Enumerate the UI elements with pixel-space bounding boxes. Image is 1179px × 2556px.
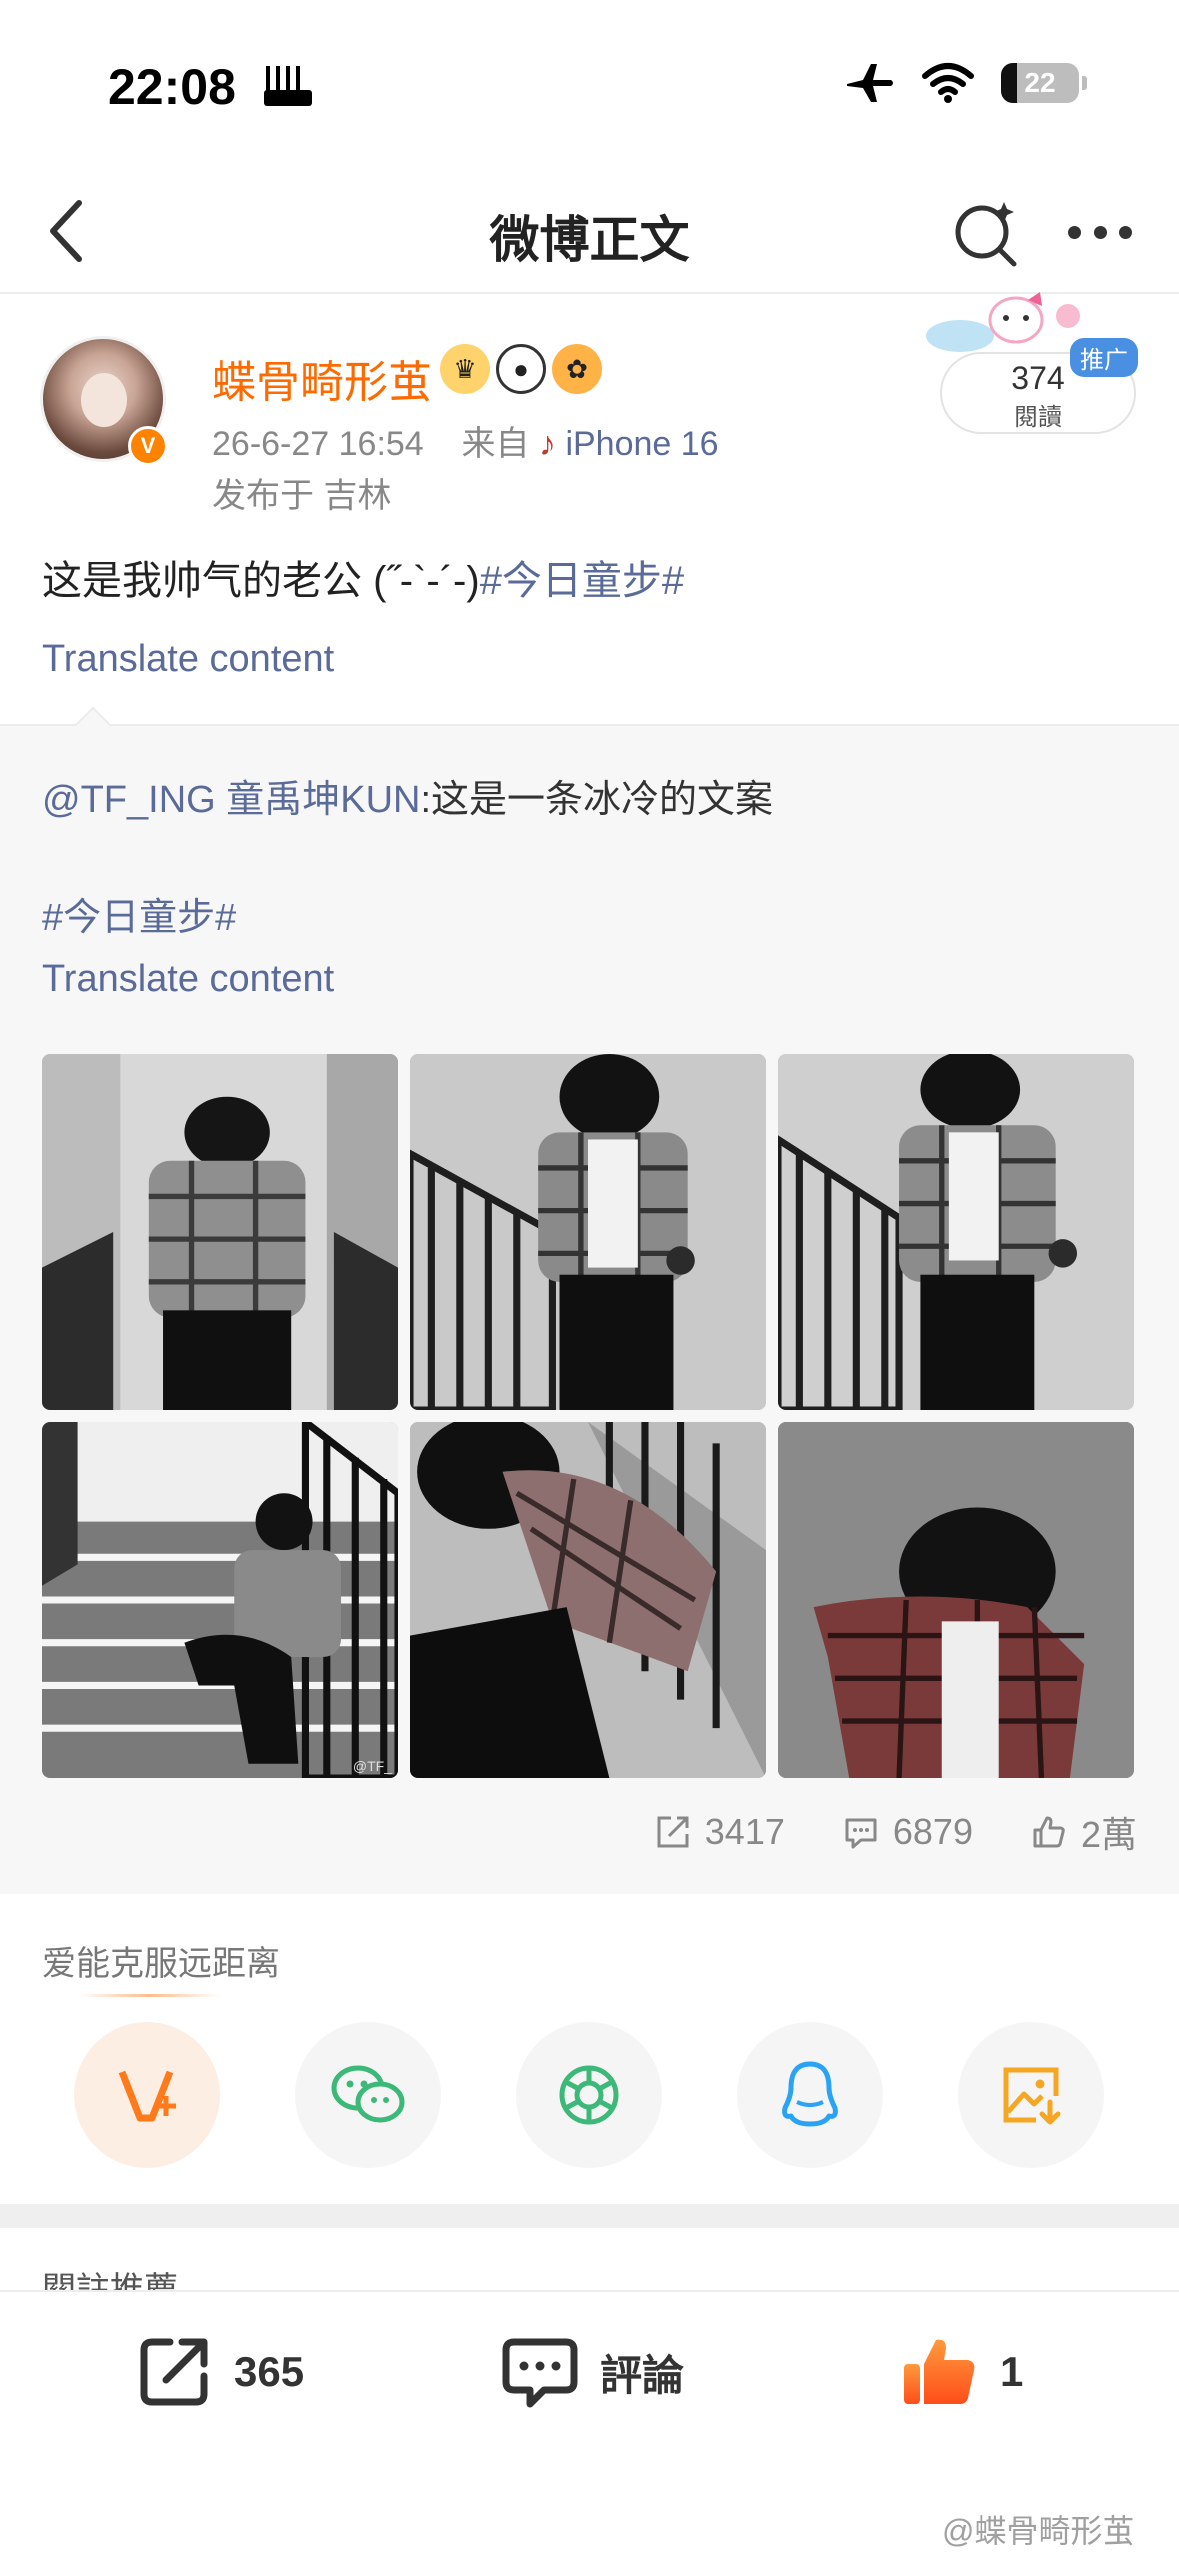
save-image-button[interactable] bbox=[958, 2022, 1104, 2168]
more-dot-icon bbox=[1119, 225, 1132, 239]
like-button[interactable]: 1 bbox=[900, 2332, 1023, 2412]
comment-label: 評論 bbox=[600, 2351, 685, 2399]
verified-badge-icon: V bbox=[128, 426, 168, 466]
battery-indicator: 22 bbox=[1001, 63, 1087, 103]
repost-hashtag[interactable]: #今日童步# bbox=[42, 886, 236, 941]
repost-count-stat[interactable]: 3417 bbox=[655, 1806, 785, 1858]
status-time: 22:08 bbox=[108, 59, 236, 115]
post-location: 发布于 吉林 bbox=[212, 477, 392, 515]
comment-icon bbox=[845, 1818, 877, 1849]
promo-tag: 推广 bbox=[1070, 338, 1138, 377]
like-count-stat[interactable]: 2萬 bbox=[1031, 1806, 1137, 1858]
repost-body: :这是一条冰冷的文案 bbox=[420, 779, 774, 821]
qq-share-button[interactable] bbox=[737, 2022, 883, 2168]
photo-6[interactable] bbox=[778, 1422, 1134, 1778]
wechat-icon bbox=[331, 2065, 405, 2123]
photo-5[interactable] bbox=[410, 1422, 766, 1778]
ads-glyph-icon bbox=[264, 66, 312, 106]
repost-icon bbox=[140, 2338, 208, 2406]
airplane-icon bbox=[847, 64, 893, 102]
guitar-icon: ♪ bbox=[539, 425, 556, 463]
vplus-share-icon bbox=[118, 2070, 176, 2122]
post-body: 这是我帅气的老公 (˝-`-´-)#今日童步# bbox=[42, 548, 684, 606]
wechat-share-button[interactable] bbox=[295, 2022, 441, 2168]
repost-count: 3417 bbox=[704, 1811, 785, 1852]
liked-thumbs-up-icon bbox=[904, 2339, 975, 2404]
photo-4[interactable]: @TF_ bbox=[42, 1422, 398, 1778]
comment-button[interactable]: 評論 bbox=[500, 2332, 684, 2412]
status-bar: 22:08 22 bbox=[0, 0, 1179, 170]
photo-3[interactable] bbox=[778, 1054, 1134, 1410]
search-icon[interactable] bbox=[950, 196, 1022, 268]
repost-user[interactable]: @TF_ING 童禹坤KUN bbox=[42, 779, 420, 821]
source-device[interactable]: iPhone 16 bbox=[565, 425, 718, 463]
repost-count-bottom: 365 bbox=[234, 2348, 305, 2395]
reposted-content[interactable]: @TF_ING 童禹坤KUN:这是一条冰冷的文案 #今日童步# Translat… bbox=[0, 706, 1179, 1894]
user-badges: ♛ ● ✿ bbox=[440, 344, 602, 394]
save-image-icon bbox=[1003, 2067, 1061, 2125]
weibo-watermark: @蝶骨畸形茧 bbox=[942, 2513, 1135, 2549]
post-hashtag[interactable]: #今日童步# bbox=[480, 559, 685, 603]
section-divider bbox=[0, 2204, 1179, 2228]
more-dot-icon bbox=[1093, 225, 1107, 239]
moments-share-button[interactable] bbox=[516, 2022, 662, 2168]
nav-bar: 微博正文 bbox=[0, 170, 1179, 294]
like-count: 2萬 bbox=[1080, 1814, 1137, 1855]
photo-watermark: @TF_ bbox=[352, 1758, 392, 1774]
photo-1[interactable] bbox=[42, 1054, 398, 1410]
comment-count: 6879 bbox=[892, 1811, 973, 1852]
wifi-icon bbox=[922, 63, 974, 103]
thumbs-up-icon bbox=[1033, 1816, 1065, 1848]
vplus-share-button[interactable] bbox=[74, 2022, 220, 2168]
qq-icon bbox=[782, 2061, 838, 2127]
share-row bbox=[74, 2022, 1104, 2168]
photo-2[interactable] bbox=[410, 1054, 766, 1410]
post-meta: 26-6-27 16:54 来自 ♪ iPhone 16 bbox=[212, 416, 719, 465]
comment-count-stat[interactable]: 6879 bbox=[843, 1806, 973, 1858]
share-section: 爱能克服远距离 bbox=[0, 1894, 1179, 2204]
share-icon bbox=[657, 1816, 689, 1848]
translate-link[interactable]: Translate content bbox=[42, 638, 334, 681]
post-text: 这是我帅气的老公 (˝-`-´-) bbox=[42, 559, 480, 603]
battery-level: 22 bbox=[1024, 67, 1056, 98]
panda-badge-icon: ● bbox=[496, 344, 546, 394]
like-count-bottom: 1 bbox=[1000, 2348, 1024, 2395]
repost-translate-link[interactable]: Translate content bbox=[42, 958, 334, 1001]
photo-grid: @TF_ bbox=[42, 1054, 1138, 1778]
hello-kitty-sticker-icon bbox=[926, 292, 1080, 352]
post-date: 26-6-27 16:54 bbox=[212, 425, 424, 463]
source-prefix: 来自 bbox=[461, 425, 530, 463]
repost-text: @TF_ING 童禹坤KUN:这是一条冰冷的文案 bbox=[42, 768, 773, 823]
read-label: 閱讀 bbox=[1014, 404, 1062, 431]
share-title: 爱能克服远距离 bbox=[42, 1945, 280, 1983]
repost-button[interactable]: 365 bbox=[134, 2332, 304, 2412]
moments-icon bbox=[559, 2065, 619, 2125]
more-dot-icon bbox=[1068, 225, 1081, 239]
crown-badge-icon: ♛ bbox=[440, 344, 490, 394]
repost-stats: 3417 6879 2萬 bbox=[0, 1806, 1137, 1858]
author-name[interactable]: 蝶骨畸形茧 bbox=[212, 346, 432, 410]
pufferfish-badge-icon: ✿ bbox=[552, 344, 602, 394]
more-button[interactable] bbox=[1060, 196, 1140, 268]
comment-bubble-icon bbox=[502, 2338, 578, 2408]
